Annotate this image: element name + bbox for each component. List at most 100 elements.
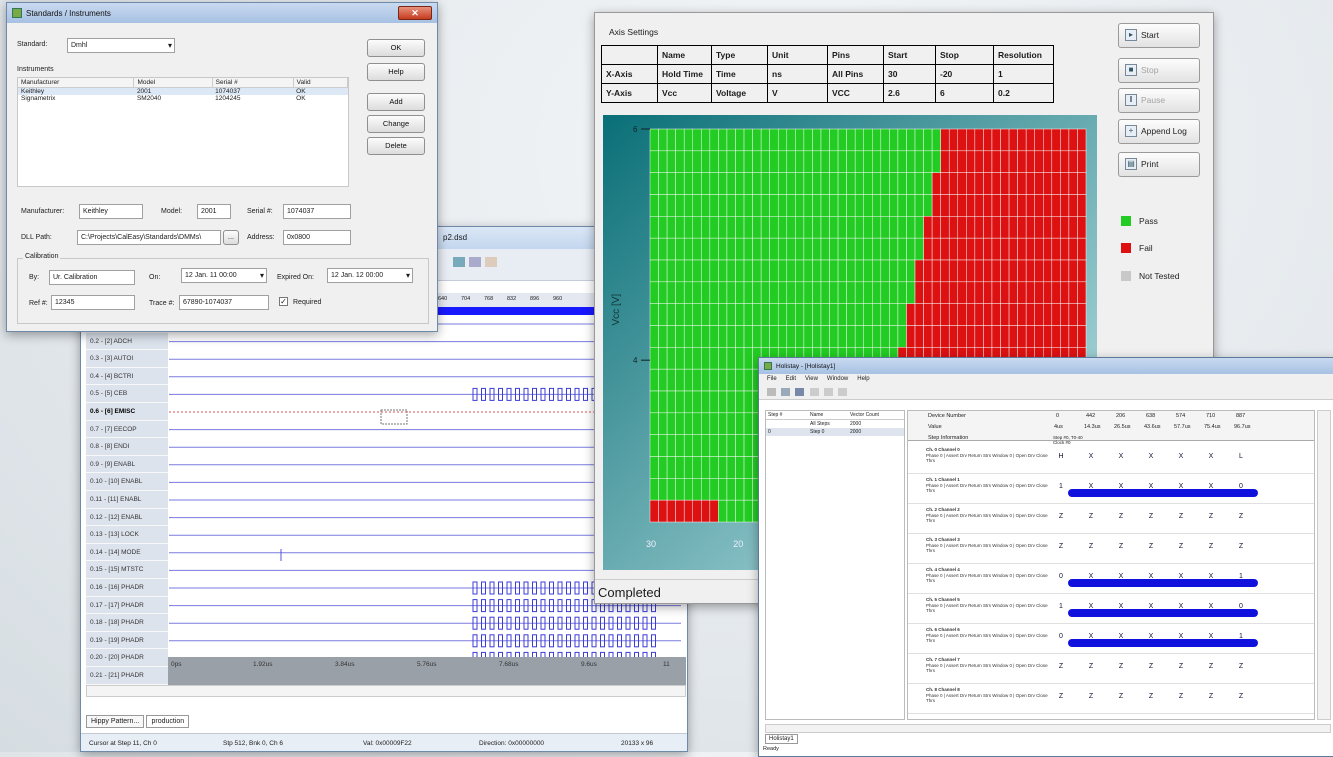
- table-row[interactable]: Signametrix SM2040 1204245 OK: [18, 95, 348, 102]
- axis-cell[interactable]: 6: [935, 83, 994, 103]
- change-button[interactable]: Change: [367, 115, 425, 133]
- signal-row[interactable]: 0.18 - [18] PHADR: [86, 614, 168, 632]
- required-checkbox[interactable]: ✓: [279, 297, 288, 306]
- vector-value[interactable]: 0: [1234, 603, 1248, 610]
- vector-value[interactable]: Z: [1054, 693, 1068, 700]
- filter-icon[interactable]: [838, 388, 848, 396]
- axis-cell[interactable]: ns: [767, 64, 828, 84]
- vector-value[interactable]: 1: [1234, 573, 1248, 580]
- toolbar-icons[interactable]: [453, 257, 503, 271]
- browse-button[interactable]: ...: [223, 230, 239, 245]
- save-icon[interactable]: [795, 388, 805, 396]
- vector-value[interactable]: 0: [1054, 573, 1068, 580]
- print-button[interactable]: ▤ Print: [1118, 152, 1200, 177]
- signal-row[interactable]: 0.13 - [13] LOCK: [86, 526, 168, 544]
- model-field[interactable]: 2001: [197, 204, 231, 219]
- vector-value[interactable]: Z: [1174, 543, 1188, 550]
- axis-cell[interactable]: Time: [711, 64, 768, 84]
- vector-value[interactable]: H: [1054, 453, 1068, 460]
- instruments-list[interactable]: Manufacturer Model Serial # Valid Keithl…: [17, 77, 349, 187]
- marker-icon[interactable]: [485, 257, 498, 267]
- holistay-hscrollbar[interactable]: [765, 724, 1331, 733]
- signal-row[interactable]: 0.19 - [19] PHADR: [86, 631, 168, 650]
- vector-value[interactable]: Z: [1174, 693, 1188, 700]
- vector-value[interactable]: Z: [1144, 513, 1158, 520]
- vector-value[interactable]: 1: [1054, 483, 1068, 490]
- vector-value[interactable]: Z: [1204, 513, 1218, 520]
- signal-row[interactable]: 0.17 - [17] PHADR: [86, 596, 168, 615]
- signal-row[interactable]: 0.12 - [12] ENABL: [86, 508, 168, 527]
- signal-row[interactable]: 0.5 - [5] CEB: [86, 385, 168, 403]
- standard-dropdown[interactable]: Dmhl: [67, 38, 175, 53]
- ok-button[interactable]: OK: [367, 39, 425, 57]
- vector-value[interactable]: X: [1084, 603, 1098, 610]
- menu-edit[interactable]: Edit: [786, 376, 796, 382]
- vector-value[interactable]: Z: [1144, 543, 1158, 550]
- vector-value[interactable]: 0: [1054, 633, 1068, 640]
- vector-value[interactable]: Z: [1084, 693, 1098, 700]
- vector-grid[interactable]: Device Number Value Step Information 0 4us 44…: [907, 410, 1315, 720]
- vector-value[interactable]: X: [1204, 603, 1218, 610]
- signal-row[interactable]: 0.10 - [10] ENABL: [86, 473, 168, 491]
- zoom-icon[interactable]: [453, 257, 465, 267]
- col-serial[interactable]: Serial #: [212, 78, 294, 88]
- vector-value[interactable]: X: [1084, 573, 1098, 580]
- vector-value[interactable]: X: [1144, 453, 1158, 460]
- vector-value[interactable]: X: [1114, 453, 1128, 460]
- dll-path-field[interactable]: C:\Projects\CalEasy\Standards\DMMs\: [77, 230, 221, 245]
- vector-value[interactable]: Z: [1234, 543, 1248, 550]
- cut-icon[interactable]: [809, 388, 819, 396]
- vector-value[interactable]: Z: [1234, 693, 1248, 700]
- axis-cell[interactable]: Hold Time: [657, 64, 712, 84]
- vector-value[interactable]: X: [1204, 573, 1218, 580]
- vector-value[interactable]: X: [1144, 573, 1158, 580]
- menu-help[interactable]: Help: [857, 376, 869, 382]
- axis-cell[interactable]: Voltage: [711, 83, 768, 103]
- vector-value[interactable]: Z: [1174, 513, 1188, 520]
- tab-happy-pattern[interactable]: Hippy Pattern...: [86, 715, 145, 728]
- on-date-field[interactable]: 12 Jan. 11 00:00: [181, 268, 267, 283]
- vector-value[interactable]: Z: [1114, 513, 1128, 520]
- vector-value[interactable]: Z: [1144, 693, 1158, 700]
- signal-row[interactable]: 0.16 - [16] PHADR: [86, 579, 168, 597]
- vector-value[interactable]: X: [1174, 483, 1188, 490]
- col-valid[interactable]: Valid: [293, 78, 349, 88]
- menu-window[interactable]: Window: [827, 376, 848, 382]
- vector-value[interactable]: X: [1174, 453, 1188, 460]
- ref-field[interactable]: 12345: [51, 295, 135, 310]
- grid-icon[interactable]: [469, 257, 482, 267]
- vector-value[interactable]: Z: [1204, 663, 1218, 670]
- vector-value[interactable]: X: [1144, 483, 1158, 490]
- axis-settings-table[interactable]: Name Type Unit Pins Start Stop Resolution X-Ax…: [601, 45, 1054, 103]
- append-log-button[interactable]: + Append Log: [1118, 119, 1200, 144]
- vector-value[interactable]: Z: [1204, 693, 1218, 700]
- vector-value[interactable]: Z: [1144, 663, 1158, 670]
- vector-value[interactable]: Z: [1114, 693, 1128, 700]
- col-manufacturer[interactable]: Manufacturer: [18, 78, 135, 88]
- vector-value[interactable]: L: [1234, 453, 1248, 460]
- vector-value[interactable]: Z: [1114, 543, 1128, 550]
- signal-row[interactable]: 0.3 - [3] AUTOI: [86, 350, 168, 368]
- timing-hscrollbar[interactable]: [86, 685, 686, 697]
- vector-value[interactable]: X: [1174, 573, 1188, 580]
- copy-icon[interactable]: [823, 388, 833, 396]
- signal-row[interactable]: 0.2 - [2] ADCH: [86, 332, 168, 351]
- vector-value[interactable]: Z: [1204, 543, 1218, 550]
- signal-row[interactable]: 0.20 - [20] PHADR: [86, 649, 168, 667]
- vector-value[interactable]: X: [1114, 633, 1128, 640]
- axis-cell[interactable]: 30: [883, 64, 936, 84]
- axis-cell[interactable]: V: [767, 83, 828, 103]
- start-button[interactable]: ▸ Start: [1118, 23, 1200, 48]
- tab-production[interactable]: production: [146, 715, 190, 728]
- add-button[interactable]: Add: [367, 93, 425, 111]
- vector-value[interactable]: Z: [1114, 663, 1128, 670]
- tab-holistay1[interactable]: Holistay1: [765, 734, 798, 744]
- vector-value[interactable]: X: [1204, 453, 1218, 460]
- expired-date-field[interactable]: 12 Jan. 12 00:00: [327, 268, 413, 283]
- vector-value[interactable]: 0: [1234, 483, 1248, 490]
- signal-row[interactable]: 0.8 - [8] ENDI: [86, 438, 168, 456]
- trace-field[interactable]: 67890-1074037: [179, 295, 269, 310]
- axis-cell[interactable]: 0.2: [993, 83, 1054, 103]
- axis-cell[interactable]: 1: [993, 64, 1054, 84]
- signal-row[interactable]: 0.14 - [14] MODE: [86, 543, 168, 562]
